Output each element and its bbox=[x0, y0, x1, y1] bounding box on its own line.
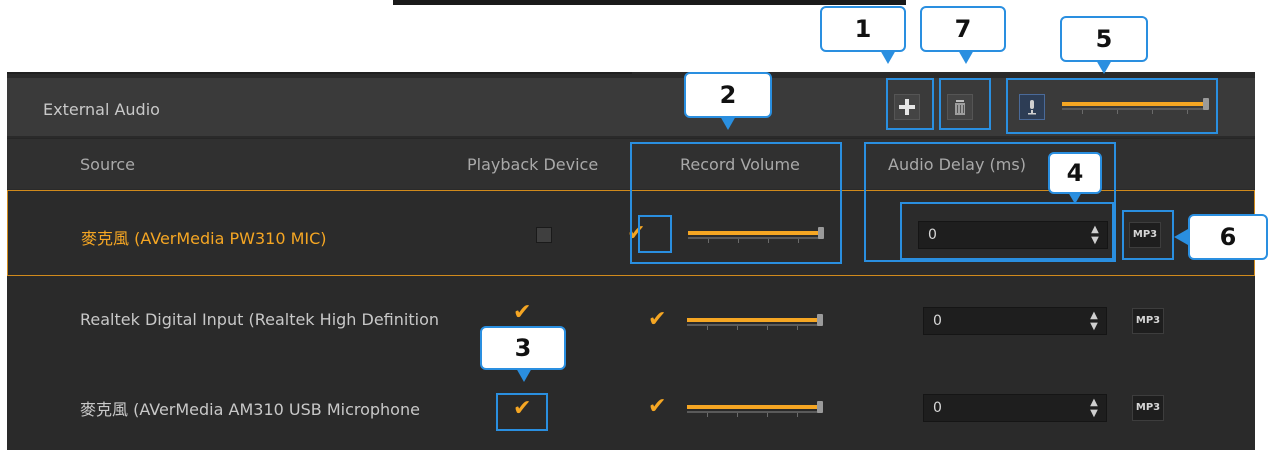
delay-spinner[interactable]: ▲ ▼ bbox=[1086, 310, 1102, 332]
highlight-mp3-button bbox=[1122, 210, 1174, 260]
callout-6: 6 bbox=[1188, 214, 1268, 260]
highlight-record-checkbox bbox=[638, 215, 672, 253]
callout-4-pointer bbox=[1068, 192, 1082, 204]
delay-spinner[interactable]: ▲ ▼ bbox=[1086, 397, 1102, 419]
mp3-button[interactable]: MP3 bbox=[1132, 308, 1164, 334]
audio-source-row[interactable]: 麥克風 (AVerMedia AM310 USB Microphone ✔ ✔ … bbox=[7, 362, 1255, 448]
record-checkbox[interactable]: ✔ bbox=[648, 309, 666, 331]
col-source: Source bbox=[80, 155, 135, 174]
source-name: 麥克風 (AVerMedia PW310 MIC) bbox=[81, 229, 327, 248]
record-checkbox[interactable]: ✔ bbox=[648, 396, 666, 418]
record-volume-slider[interactable] bbox=[687, 311, 827, 333]
highlight-playback-checkbox bbox=[496, 393, 548, 431]
highlight-delete-button bbox=[939, 78, 991, 130]
audio-delay-input[interactable]: 0 ▲ ▼ bbox=[923, 307, 1107, 335]
record-volume-slider[interactable] bbox=[687, 398, 827, 420]
callout-1: 1 bbox=[820, 6, 906, 52]
callout-5: 5 bbox=[1060, 16, 1148, 62]
delay-value: 0 bbox=[933, 313, 942, 329]
source-name: Realtek Digital Input (Realtek High Defi… bbox=[80, 310, 439, 329]
callout-7: 7 bbox=[920, 6, 1006, 52]
highlight-add-button bbox=[886, 78, 934, 130]
callout-6-pointer bbox=[1174, 229, 1188, 245]
callout-3: 3 bbox=[480, 326, 566, 370]
callout-3-pointer bbox=[516, 368, 532, 382]
playback-checkbox[interactable]: ✔ bbox=[513, 302, 531, 324]
panel-title: External Audio bbox=[43, 100, 160, 119]
callout-4: 4 bbox=[1048, 152, 1102, 194]
callout-2-pointer bbox=[720, 116, 736, 130]
callout-1-pointer bbox=[880, 50, 896, 64]
audio-delay-input[interactable]: 0 ▲ ▼ bbox=[923, 394, 1107, 422]
delay-value: 0 bbox=[933, 400, 942, 416]
panel-divider bbox=[7, 72, 632, 74]
callout-5-pointer bbox=[1096, 60, 1112, 74]
audio-source-row[interactable]: Realtek Digital Input (Realtek High Defi… bbox=[7, 276, 1255, 362]
callout-2: 2 bbox=[684, 72, 772, 118]
playback-checkbox[interactable] bbox=[536, 227, 552, 243]
source-name: 麥克風 (AVerMedia AM310 USB Microphone bbox=[80, 400, 420, 419]
window-top-border bbox=[393, 0, 906, 5]
volume-knob[interactable] bbox=[817, 314, 823, 326]
highlight-delay-input bbox=[900, 202, 1114, 260]
mp3-button[interactable]: MP3 bbox=[1132, 395, 1164, 421]
volume-knob[interactable] bbox=[817, 401, 823, 413]
highlight-master-volume bbox=[1006, 78, 1218, 134]
col-playback-device: Playback Device bbox=[467, 155, 599, 174]
callout-7-pointer bbox=[958, 50, 974, 64]
